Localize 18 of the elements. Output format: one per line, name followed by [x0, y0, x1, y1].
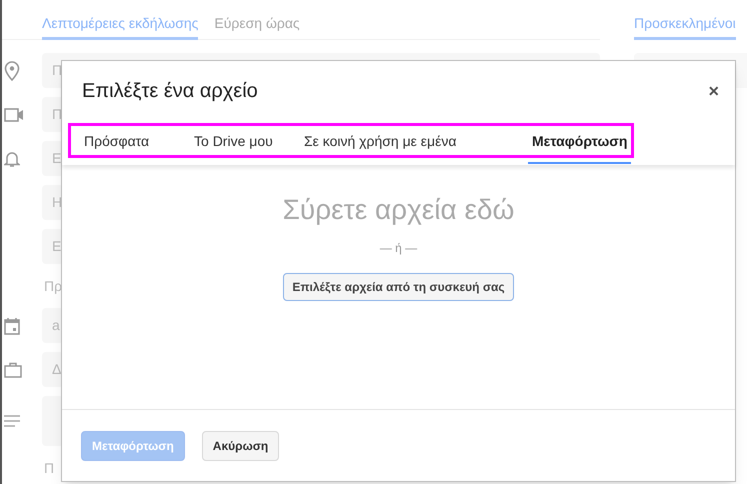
video-camera-icon — [4, 108, 24, 122]
calendar-icon — [4, 316, 20, 334]
or-text: — ή — — [380, 240, 418, 257]
drop-zone-text: Σύρετε αρχεία εδώ — [282, 193, 514, 227]
select-files-button[interactable]: Επιλέξτε αρχεία από τη συσκευή σας — [283, 273, 514, 301]
dialog-title: Επιλέξτε ένα αρχείο — [82, 79, 258, 104]
location-pin-icon — [4, 60, 20, 80]
cancel-button[interactable]: Ακύρωση — [202, 430, 280, 460]
dialog-tab[interactable]: Μεταφόρτωση — [528, 121, 632, 164]
briefcase-icon — [4, 362, 22, 378]
close-button[interactable]: × — [704, 78, 723, 104]
bell-icon — [4, 150, 20, 168]
section-label: Πρ — [43, 276, 62, 296]
description-lines-icon — [4, 415, 20, 427]
dialog-tab[interactable]: Το Drive μου — [194, 121, 304, 164]
dialog-tab[interactable]: Πρόσφατα — [84, 121, 194, 164]
section-label: Π — [43, 458, 54, 478]
dialog-tab[interactable]: Σε κοινή χρήση με εμένα — [304, 121, 512, 164]
